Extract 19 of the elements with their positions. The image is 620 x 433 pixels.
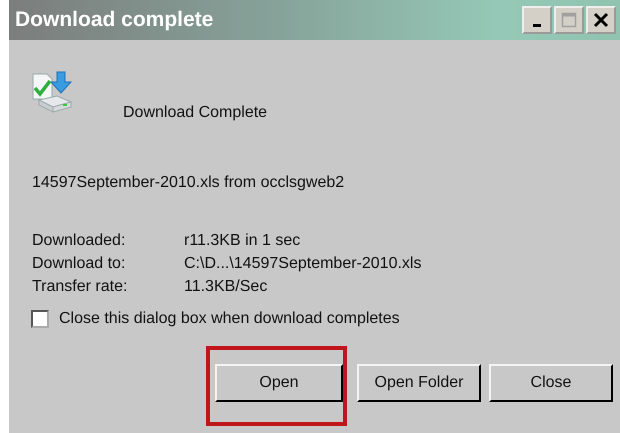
file-source-text: 14597September-2010.xls from occlsgweb2 [32,174,346,192]
window-title: Download complete [15,8,214,32]
status-heading: Download Complete [123,104,268,122]
dialog-button[interactable]: Close [489,364,613,402]
detail-value: 11.3KB/Sec [184,278,268,296]
detail-value: r11.3KB in 1 sec [184,232,300,250]
close-button[interactable] [586,6,616,34]
checkbox[interactable] [31,310,49,328]
checkbox-label: Close this dialog box when download completes [59,310,400,328]
dialog-button[interactable]: Open Folder [357,364,481,402]
dialog-button[interactable]: Open [215,364,343,402]
minimize-button[interactable] [522,6,552,34]
detail-label: Transfer rate: [32,278,128,296]
close-icon [593,12,609,28]
detail-label: Downloaded: [32,232,126,250]
maximize-icon [561,12,577,28]
detail-label: Download to: [32,255,126,273]
detail-value: C:\D...\14597September-2010.xls [184,255,422,273]
minimize-icon [533,24,541,26]
